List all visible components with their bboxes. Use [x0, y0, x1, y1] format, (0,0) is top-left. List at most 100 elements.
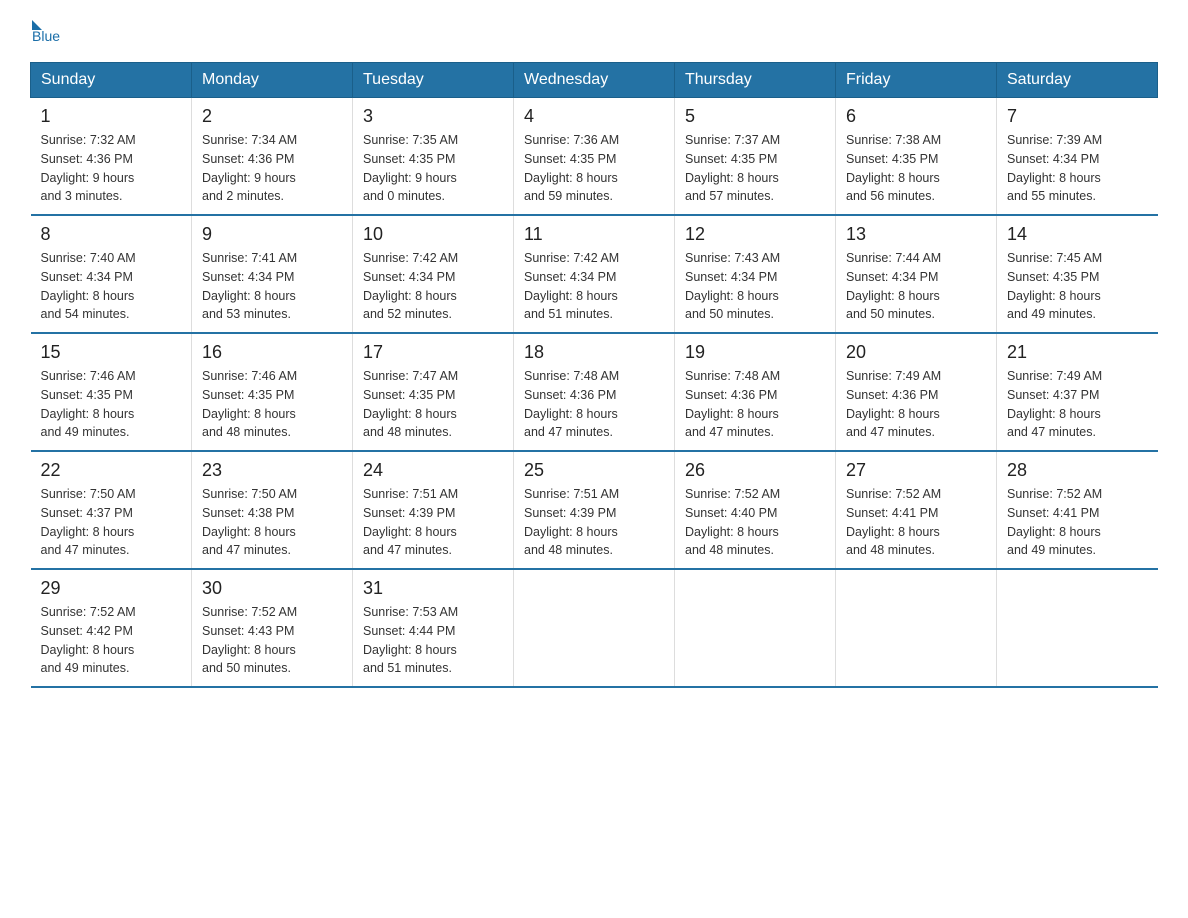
day-number: 14 — [1007, 224, 1148, 245]
header-sunday: Sunday — [31, 63, 192, 98]
calendar-cell: 13Sunrise: 7:44 AMSunset: 4:34 PMDayligh… — [836, 215, 997, 333]
header-monday: Monday — [192, 63, 353, 98]
calendar-cell: 3 Sunrise: 7:35 AMSunset: 4:35 PMDaylight… — [353, 98, 514, 216]
day-number: 22 — [41, 460, 182, 481]
day-info: Sunrise: 7:45 AMSunset: 4:35 PMDaylight:… — [1007, 249, 1148, 324]
day-info: Sunrise: 7:49 AMSunset: 4:37 PMDaylight:… — [1007, 367, 1148, 442]
day-number: 24 — [363, 460, 503, 481]
day-number: 28 — [1007, 460, 1148, 481]
day-info: Sunrise: 7:52 AMSunset: 4:42 PMDaylight:… — [41, 603, 182, 678]
header-tuesday: Tuesday — [353, 63, 514, 98]
calendar-cell: 11 Sunrise: 7:42 AMSunset: 4:34 PMDayligh… — [514, 215, 675, 333]
day-info: Sunrise: 7:52 AMSunset: 4:40 PMDaylight:… — [685, 485, 825, 560]
calendar-cell: 20Sunrise: 7:49 AMSunset: 4:36 PMDayligh… — [836, 333, 997, 451]
calendar-cell: 7 Sunrise: 7:39 AMSunset: 4:34 PMDaylight… — [997, 98, 1158, 216]
day-info: Sunrise: 7:48 AMSunset: 4:36 PMDaylight:… — [524, 367, 664, 442]
day-info: Sunrise: 7:52 AMSunset: 4:41 PMDaylight:… — [846, 485, 986, 560]
week-row-3: 15 Sunrise: 7:46 AMSunset: 4:35 PMDayligh… — [31, 333, 1158, 451]
day-number: 19 — [685, 342, 825, 363]
calendar-cell — [514, 569, 675, 687]
calendar-cell: 17Sunrise: 7:47 AMSunset: 4:35 PMDayligh… — [353, 333, 514, 451]
day-info: Sunrise: 7:40 AMSunset: 4:34 PMDaylight:… — [41, 249, 182, 324]
calendar-cell: 24 Sunrise: 7:51 AMSunset: 4:39 PMDayligh… — [353, 451, 514, 569]
calendar-cell: 25 Sunrise: 7:51 AMSunset: 4:39 PMDayligh… — [514, 451, 675, 569]
day-info: Sunrise: 7:32 AMSunset: 4:36 PMDaylight:… — [41, 131, 182, 206]
day-number: 11 — [524, 224, 664, 245]
calendar-cell: 28 Sunrise: 7:52 AMSunset: 4:41 PMDayligh… — [997, 451, 1158, 569]
day-info: Sunrise: 7:52 AMSunset: 4:41 PMDaylight:… — [1007, 485, 1148, 560]
day-info: Sunrise: 7:51 AMSunset: 4:39 PMDaylight:… — [524, 485, 664, 560]
day-number: 6 — [846, 106, 986, 127]
calendar-cell: 5Sunrise: 7:37 AMSunset: 4:35 PMDaylight… — [675, 98, 836, 216]
header-friday: Friday — [836, 63, 997, 98]
day-number: 31 — [363, 578, 503, 599]
day-number: 21 — [1007, 342, 1148, 363]
day-info: Sunrise: 7:46 AMSunset: 4:35 PMDaylight:… — [202, 367, 342, 442]
day-info: Sunrise: 7:42 AMSunset: 4:34 PMDaylight:… — [524, 249, 664, 324]
calendar-cell — [836, 569, 997, 687]
week-row-1: 1 Sunrise: 7:32 AMSunset: 4:36 PMDaylight… — [31, 98, 1158, 216]
day-info: Sunrise: 7:43 AMSunset: 4:34 PMDaylight:… — [685, 249, 825, 324]
day-info: Sunrise: 7:46 AMSunset: 4:35 PMDaylight:… — [41, 367, 182, 442]
week-row-4: 22 Sunrise: 7:50 AMSunset: 4:37 PMDayligh… — [31, 451, 1158, 569]
calendar-cell: 27 Sunrise: 7:52 AMSunset: 4:41 PMDayligh… — [836, 451, 997, 569]
calendar-header-row: SundayMondayTuesdayWednesdayThursdayFrid… — [31, 63, 1158, 98]
calendar-table: SundayMondayTuesdayWednesdayThursdayFrid… — [30, 62, 1158, 688]
calendar-cell: 10 Sunrise: 7:42 AMSunset: 4:34 PMDayligh… — [353, 215, 514, 333]
logo-subtitle: Blue — [32, 28, 60, 44]
day-info: Sunrise: 7:34 AMSunset: 4:36 PMDaylight:… — [202, 131, 342, 206]
header-thursday: Thursday — [675, 63, 836, 98]
calendar-cell: 19 Sunrise: 7:48 AMSunset: 4:36 PMDayligh… — [675, 333, 836, 451]
day-info: Sunrise: 7:50 AMSunset: 4:38 PMDaylight:… — [202, 485, 342, 560]
week-row-2: 8 Sunrise: 7:40 AMSunset: 4:34 PMDaylight… — [31, 215, 1158, 333]
day-number: 23 — [202, 460, 342, 481]
day-number: 12 — [685, 224, 825, 245]
day-number: 3 — [363, 106, 503, 127]
day-info: Sunrise: 7:35 AMSunset: 4:35 PMDaylight:… — [363, 131, 503, 206]
day-info: Sunrise: 7:51 AMSunset: 4:39 PMDaylight:… — [363, 485, 503, 560]
day-info: Sunrise: 7:41 AMSunset: 4:34 PMDaylight:… — [202, 249, 342, 324]
calendar-cell: 22 Sunrise: 7:50 AMSunset: 4:37 PMDayligh… — [31, 451, 192, 569]
day-number: 1 — [41, 106, 182, 127]
day-number: 30 — [202, 578, 342, 599]
day-info: Sunrise: 7:38 AMSunset: 4:35 PMDaylight:… — [846, 131, 986, 206]
day-info: Sunrise: 7:39 AMSunset: 4:34 PMDaylight:… — [1007, 131, 1148, 206]
day-number: 9 — [202, 224, 342, 245]
day-number: 8 — [41, 224, 182, 245]
calendar-cell: 8 Sunrise: 7:40 AMSunset: 4:34 PMDaylight… — [31, 215, 192, 333]
header-saturday: Saturday — [997, 63, 1158, 98]
day-info: Sunrise: 7:44 AMSunset: 4:34 PMDaylight:… — [846, 249, 986, 324]
day-number: 18 — [524, 342, 664, 363]
calendar-cell: 16Sunrise: 7:46 AMSunset: 4:35 PMDayligh… — [192, 333, 353, 451]
day-info: Sunrise: 7:50 AMSunset: 4:37 PMDaylight:… — [41, 485, 182, 560]
calendar-cell: 4Sunrise: 7:36 AMSunset: 4:35 PMDaylight… — [514, 98, 675, 216]
calendar-cell: 15 Sunrise: 7:46 AMSunset: 4:35 PMDayligh… — [31, 333, 192, 451]
page-header: Blue — [30, 20, 1158, 44]
calendar-cell: 9 Sunrise: 7:41 AMSunset: 4:34 PMDaylight… — [192, 215, 353, 333]
day-number: 25 — [524, 460, 664, 481]
calendar-cell: 23 Sunrise: 7:50 AMSunset: 4:38 PMDayligh… — [192, 451, 353, 569]
calendar-cell: 12 Sunrise: 7:43 AMSunset: 4:34 PMDayligh… — [675, 215, 836, 333]
day-number: 4 — [524, 106, 664, 127]
calendar-cell: 14 Sunrise: 7:45 AMSunset: 4:35 PMDayligh… — [997, 215, 1158, 333]
day-number: 7 — [1007, 106, 1148, 127]
calendar-cell: 21 Sunrise: 7:49 AMSunset: 4:37 PMDayligh… — [997, 333, 1158, 451]
day-info: Sunrise: 7:42 AMSunset: 4:34 PMDaylight:… — [363, 249, 503, 324]
day-number: 10 — [363, 224, 503, 245]
calendar-cell: 1 Sunrise: 7:32 AMSunset: 4:36 PMDaylight… — [31, 98, 192, 216]
logo: Blue — [30, 20, 60, 44]
day-info: Sunrise: 7:53 AMSunset: 4:44 PMDaylight:… — [363, 603, 503, 678]
day-number: 26 — [685, 460, 825, 481]
calendar-cell — [675, 569, 836, 687]
day-info: Sunrise: 7:48 AMSunset: 4:36 PMDaylight:… — [685, 367, 825, 442]
day-number: 20 — [846, 342, 986, 363]
day-number: 5 — [685, 106, 825, 127]
week-row-5: 29 Sunrise: 7:52 AMSunset: 4:42 PMDayligh… — [31, 569, 1158, 687]
day-number: 15 — [41, 342, 182, 363]
day-number: 2 — [202, 106, 342, 127]
calendar-cell: 6 Sunrise: 7:38 AMSunset: 4:35 PMDaylight… — [836, 98, 997, 216]
day-number: 27 — [846, 460, 986, 481]
calendar-cell: 30Sunrise: 7:52 AMSunset: 4:43 PMDayligh… — [192, 569, 353, 687]
calendar-cell: 18 Sunrise: 7:48 AMSunset: 4:36 PMDayligh… — [514, 333, 675, 451]
day-number: 29 — [41, 578, 182, 599]
